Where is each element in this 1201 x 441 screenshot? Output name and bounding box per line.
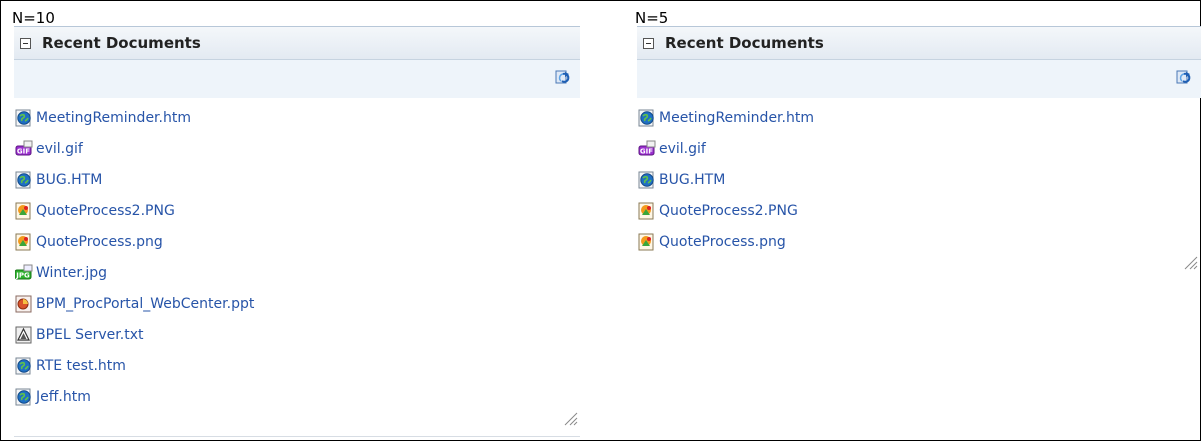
document-link[interactable]: BPM_ProcPortal_WebCenter.ppt	[36, 296, 254, 312]
recent-documents-panel-n5: N=5 Recent Documents MeetingReminder.htm…	[635, 0, 1201, 270]
resize-grip-icon[interactable]	[562, 410, 578, 426]
jpg-image-icon[interactable]: JPG	[14, 264, 33, 282]
document-list-item: BPEL Server.txt	[14, 319, 580, 350]
document-list-item: QuoteProcess2.PNG	[637, 195, 1201, 226]
png-image-icon[interactable]	[638, 202, 656, 220]
document-link[interactable]: BPEL Server.txt	[36, 327, 143, 343]
resize-grip-icon[interactable]	[1182, 254, 1198, 270]
document-link[interactable]: evil.gif	[36, 141, 83, 157]
recent-documents-panel-n10: N=10 Recent Documents MeetingReminder.ht…	[12, 0, 580, 437]
document-link[interactable]: QuoteProcess.png	[659, 234, 786, 250]
document-link[interactable]: QuoteProcess.png	[36, 234, 163, 250]
document-list-item: JPG Winter.jpg	[14, 257, 580, 288]
document-list: MeetingReminder.htm GIF evil.gif BUG.HTM…	[637, 98, 1201, 257]
document-link[interactable]: evil.gif	[659, 141, 706, 157]
document-list-item: GIF evil.gif	[637, 133, 1201, 164]
png-image-icon[interactable]	[15, 202, 33, 220]
document-list-item: QuoteProcess2.PNG	[14, 195, 580, 226]
panel-title: Recent Documents	[42, 34, 201, 52]
panel-bottom-border	[14, 436, 580, 437]
collapse-toggle-icon[interactable]	[20, 37, 31, 49]
panel-toolbar	[637, 60, 1201, 98]
document-link[interactable]: Winter.jpg	[36, 265, 107, 281]
document-list-item: Jeff.htm	[14, 381, 580, 412]
refresh-icon[interactable]	[555, 69, 572, 86]
txt-document-icon[interactable]	[15, 326, 33, 344]
document-link[interactable]: Jeff.htm	[36, 389, 91, 405]
html-globe-icon[interactable]	[15, 109, 33, 127]
gif-image-icon[interactable]: GIF	[15, 140, 33, 158]
document-list: MeetingReminder.htm GIF evil.gif BUG.HTM…	[14, 98, 580, 412]
html-globe-icon[interactable]	[15, 171, 33, 189]
png-image-icon[interactable]	[638, 233, 656, 251]
html-globe-icon[interactable]	[638, 171, 656, 189]
ppt-document-icon[interactable]	[15, 295, 33, 313]
document-link[interactable]: MeetingReminder.htm	[36, 110, 191, 126]
document-list-item: QuoteProcess.png	[637, 226, 1201, 257]
collapse-toggle-icon[interactable]	[643, 37, 654, 49]
document-link[interactable]: MeetingReminder.htm	[659, 110, 814, 126]
html-globe-icon[interactable]	[638, 109, 656, 127]
document-list-item: BUG.HTM	[14, 164, 580, 195]
document-list-item: BUG.HTM	[637, 164, 1201, 195]
document-list-item: RTE test.htm	[14, 350, 580, 381]
html-globe-icon[interactable]	[15, 357, 33, 375]
document-list-item: QuoteProcess.png	[14, 226, 580, 257]
document-list-item: MeetingReminder.htm	[637, 102, 1201, 133]
document-list-item: BPM_ProcPortal_WebCenter.ppt	[14, 288, 580, 319]
document-link[interactable]: BUG.HTM	[659, 172, 725, 188]
panel-header: Recent Documents	[637, 26, 1201, 60]
panel-header: Recent Documents	[14, 26, 580, 60]
png-image-icon[interactable]	[15, 233, 33, 251]
n-label: N=5	[635, 9, 669, 27]
svg-text:JPG: JPG	[15, 271, 30, 279]
n-label: N=10	[12, 9, 55, 27]
document-list-item: GIF evil.gif	[14, 133, 580, 164]
svg-text:GIF: GIF	[640, 147, 653, 155]
html-globe-icon[interactable]	[15, 388, 33, 406]
panel-toolbar	[14, 60, 580, 98]
document-link[interactable]: QuoteProcess2.PNG	[36, 203, 175, 219]
document-list-item: MeetingReminder.htm	[14, 102, 580, 133]
document-link[interactable]: RTE test.htm	[36, 358, 126, 374]
refresh-icon[interactable]	[1176, 69, 1193, 86]
document-link[interactable]: BUG.HTM	[36, 172, 102, 188]
gif-image-icon[interactable]: GIF	[638, 140, 656, 158]
svg-text:GIF: GIF	[17, 147, 30, 155]
document-link[interactable]: QuoteProcess2.PNG	[659, 203, 798, 219]
panel-title: Recent Documents	[665, 34, 824, 52]
